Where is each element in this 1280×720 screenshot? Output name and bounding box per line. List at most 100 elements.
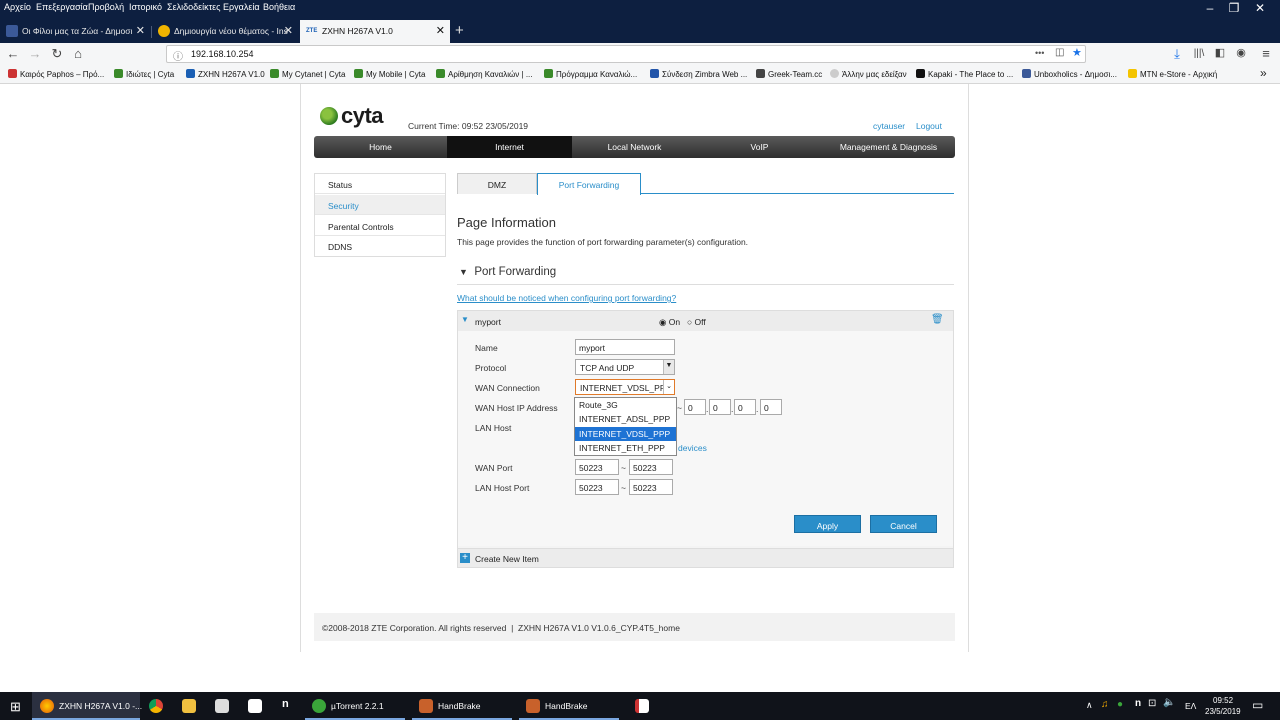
sidebar-item-status[interactable]: Status <box>315 174 445 194</box>
tab-forum[interactable]: Δημιουργία νέου θέματος - Ins ✕ <box>152 20 298 43</box>
menu-history[interactable]: Ιστορικό <box>129 2 162 12</box>
restore-icon[interactable]: ❐ <box>1222 1 1246 15</box>
bookmark-item[interactable]: Άλλην μας εδείξαν <box>830 69 907 79</box>
wan-host-ip-octet[interactable]: 0 <box>709 399 731 415</box>
lan-port-end-input[interactable]: 50223 <box>629 479 673 495</box>
bookmark-item[interactable]: Kapaki - The Place to ... <box>916 69 1013 79</box>
close-tab-icon[interactable]: ✕ <box>436 24 445 37</box>
taskbar-handbrake[interactable]: HandBrake <box>519 692 619 720</box>
name-input[interactable]: myport <box>575 339 675 355</box>
tray-utorrent-icon[interactable]: ● <box>1117 699 1123 710</box>
bookmark-item[interactable]: Πρόγραμμα Καναλιώ... <box>544 69 637 79</box>
menu-bookmarks[interactable]: Σελιδοδείκτες <box>167 2 221 12</box>
clock-time[interactable]: 09:52 <box>1213 696 1233 705</box>
nav-home[interactable]: Home <box>314 136 447 158</box>
sidebar-item-parental-controls[interactable]: Parental Controls <box>315 216 445 236</box>
new-tab-icon[interactable]: + <box>455 22 464 39</box>
trash-icon[interactable]: 🗑 <box>931 314 944 325</box>
bookmark-item[interactable]: Καιρός Paphos – Πρό... <box>8 69 104 79</box>
taskbar-utorrent[interactable]: µTorrent 2.2.1 <box>305 692 405 720</box>
reload-icon[interactable]: ↻ <box>48 46 66 62</box>
section-header[interactable]: ▼ Port Forwarding <box>459 266 556 278</box>
devices-link[interactable]: devices <box>678 443 707 453</box>
on-radio[interactable]: ◉ On <box>659 317 680 328</box>
dropdown-option[interactable]: INTERNET_ADSL_PPP <box>575 412 676 426</box>
lan-port-start-input[interactable]: 50223 <box>575 479 619 495</box>
tab-facebook[interactable]: Οι Φίλοι μας τα Ζώα - Δημοσι ✕ <box>0 20 150 43</box>
dropdown-option-selected[interactable]: INTERNET_VDSL_PPP <box>575 427 676 441</box>
minimize-icon[interactable]: – <box>1198 1 1222 15</box>
apply-button[interactable]: Apply <box>794 515 861 533</box>
menu-help[interactable]: Βοήθεια <box>263 2 295 12</box>
library-icon[interactable]: |||\ <box>1190 48 1208 59</box>
dropdown-option[interactable]: INTERNET_ETH_PPP <box>575 441 676 455</box>
menu-edit[interactable]: Επεξεργασία <box>36 2 88 12</box>
wan-host-ip-octet[interactable]: 0 <box>734 399 756 415</box>
more-bookmarks-icon[interactable]: » <box>1260 66 1267 80</box>
bookmark-item[interactable]: Unboxholics - Δημοσι... <box>1022 69 1117 79</box>
download-icon[interactable]: ⤓ <box>1168 46 1186 62</box>
menu-tools[interactable]: Εργαλεία <box>223 2 260 12</box>
back-icon[interactable]: ← <box>4 46 22 61</box>
tab-port-forwarding[interactable]: Port Forwarding <box>537 173 641 195</box>
off-radio[interactable]: ○ Off <box>687 317 706 327</box>
dropdown-option[interactable]: Route_3G <box>575 398 676 412</box>
create-new-item[interactable]: + Create New Item <box>458 548 953 567</box>
expand-triangle-icon[interactable]: ▼ <box>461 315 469 324</box>
tab-dmz[interactable]: DMZ <box>457 173 537 194</box>
user-link[interactable]: cytauser <box>873 121 905 131</box>
wan-port-end-input[interactable]: 50223 <box>629 459 673 475</box>
protocol-select[interactable]: TCP And UDP ▼ <box>575 359 675 375</box>
close-tab-icon[interactable]: ✕ <box>284 24 293 37</box>
bookmark-item[interactable]: ZXHN H267A V1.0 <box>186 69 265 79</box>
wan-connection-select[interactable]: INTERNET_VDSL_PPP ⌄ <box>575 379 675 395</box>
taskbar-handbrake[interactable]: HandBrake <box>412 692 512 720</box>
home-icon[interactable]: ⌂ <box>69 46 87 61</box>
sidebar-item-security[interactable]: Security <box>315 195 445 215</box>
bookmark-item[interactable]: Greek-Team.cc <box>756 69 822 79</box>
bookmark-item[interactable]: MTN e-Store - Αρχική <box>1128 69 1217 79</box>
pocket-icon[interactable]: ◫ <box>1055 47 1064 58</box>
tab-router[interactable]: ZTE ZXHN H267A V1.0 ✕ <box>300 20 450 43</box>
bookmark-item[interactable]: Σύνδεση Zimbra Web ... <box>650 69 747 79</box>
close-window-icon[interactable]: ✕ <box>1248 1 1272 15</box>
close-tab-icon[interactable]: ✕ <box>136 24 145 37</box>
logout-link[interactable]: Logout <box>916 121 942 131</box>
bookmark-item[interactable]: Ιδιώτες | Cyta <box>114 69 174 79</box>
tray-app-icon[interactable]: n <box>1135 698 1141 709</box>
clock-date[interactable]: 23/5/2019 <box>1205 707 1241 716</box>
cancel-button[interactable]: Cancel <box>870 515 937 533</box>
bookmark-star-icon[interactable]: ★ <box>1072 46 1082 59</box>
network-icon[interactable]: ⊡ <box>1148 698 1156 709</box>
notifications-icon[interactable]: ▭ <box>1252 698 1263 712</box>
notice-link[interactable]: What should be noticed when configuring … <box>457 293 676 303</box>
wan-port-start-input[interactable]: 50223 <box>575 459 619 475</box>
nav-internet[interactable]: Internet <box>447 136 572 158</box>
wan-host-ip-octet[interactable]: 0 <box>760 399 782 415</box>
language-indicator[interactable]: ΕΛ <box>1185 701 1196 711</box>
bookmark-item[interactable]: My Cytanet | Cyta <box>270 69 345 79</box>
nav-bar: ← → ↻ ⌂ ⓘ 192.168.10.254 ••• ◫ ★ ⤓ |||\ … <box>0 43 1280 65</box>
nav-local-network[interactable]: Local Network <box>572 136 697 158</box>
tray-chevron-icon[interactable]: ∧ <box>1086 700 1093 711</box>
url-bar[interactable]: ⓘ 192.168.10.254 ••• ◫ ★ <box>166 45 1086 63</box>
account-icon[interactable]: ◉ <box>1232 46 1250 59</box>
tray-headset-icon[interactable]: ♫ <box>1101 699 1109 710</box>
nav-management[interactable]: Management & Diagnosis <box>822 136 955 158</box>
menu-view[interactable]: Προβολή <box>88 2 124 12</box>
windows-start-icon[interactable]: ⊞ <box>10 699 21 715</box>
nav-voip[interactable]: VoIP <box>697 136 822 158</box>
sidebar-item-ddns[interactable]: DDNS <box>315 236 445 256</box>
sidebar-icon[interactable]: ◧ <box>1211 46 1229 59</box>
info-icon[interactable]: ⓘ <box>173 48 183 63</box>
forward-icon[interactable]: → <box>26 46 44 61</box>
menu-icon[interactable]: ≡ <box>1257 46 1275 61</box>
taskbar-app-n[interactable]: n <box>282 698 289 720</box>
taskbar-firefox[interactable]: ZXHN H267A V1.0 -... <box>32 692 142 720</box>
wan-host-ip-octet[interactable]: 0 <box>684 399 706 415</box>
volume-icon[interactable]: 🔈 <box>1163 697 1175 708</box>
page-actions-icon[interactable]: ••• <box>1035 48 1044 58</box>
bookmark-item[interactable]: Αρίθμηση Καναλιών | ... <box>436 69 532 79</box>
bookmark-item[interactable]: My Mobile | Cyta <box>354 69 425 79</box>
menu-file[interactable]: Αρχείο <box>4 2 31 12</box>
